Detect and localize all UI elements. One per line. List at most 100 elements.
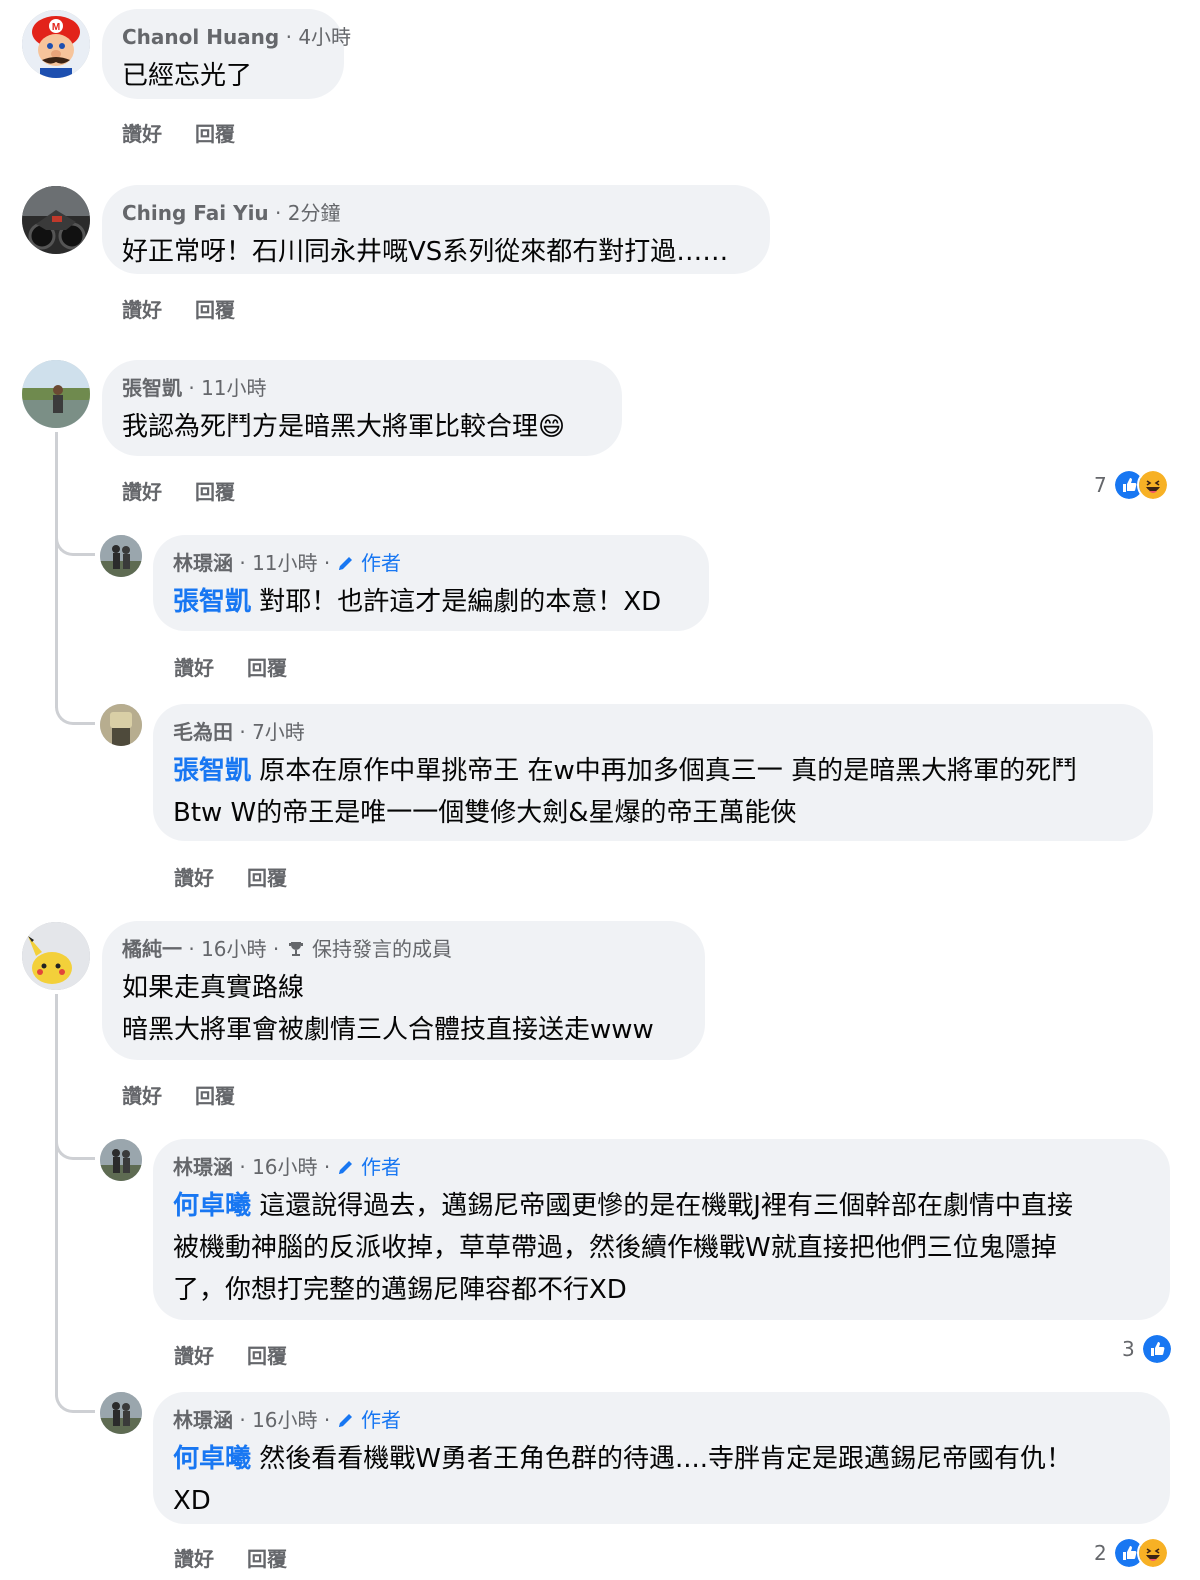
reply-button[interactable]: 回覆	[195, 1084, 235, 1108]
comment-actions: 讚好 回覆	[122, 118, 261, 147]
comment-text: 已經忘光了	[122, 61, 253, 91]
reaction-summary[interactable]: 3	[1122, 1333, 1173, 1365]
mention-link[interactable]: 何卓曦	[173, 1191, 251, 1221]
comment-text: 如果走真實路線 暗黑大將軍會被劇情三人合體技直接送走www	[122, 973, 654, 1045]
thread-connector	[55, 536, 95, 556]
couple-avatar-icon	[100, 535, 142, 577]
comment-actions: 讚好 回覆	[174, 862, 313, 891]
comment-text: 原本在原作中單挑帝王 在w中再加多個真三一 真的是暗黑大將軍的死鬥 Btw W的…	[173, 756, 1078, 828]
avatar[interactable]	[100, 1139, 142, 1181]
like-button[interactable]: 讚好	[122, 298, 162, 322]
reply-button[interactable]: 回覆	[195, 298, 235, 322]
figure-avatar-icon	[100, 704, 142, 746]
comment-actions: 讚好 回覆	[174, 1340, 313, 1369]
thread-line	[55, 1160, 58, 1396]
thread-line	[55, 556, 58, 708]
reaction-count: 7	[1094, 473, 1107, 497]
comment-text: 這還說得過去，邁錫尼帝國更慘的是在機戰J裡有三個幹部在劇情中直接 被機動神腦的反…	[173, 1191, 1073, 1305]
reply-bubble: 林璟涵 · 16小時 · 作者 何卓曦 這還說得過去，邁錫尼帝國更慘的是在機戰J…	[153, 1139, 1170, 1320]
pencil-icon	[338, 557, 352, 570]
reply-button[interactable]: 回覆	[247, 866, 287, 890]
like-button[interactable]: 讚好	[122, 1084, 162, 1108]
svg-text:M: M	[52, 22, 60, 33]
thread-connector	[55, 1393, 95, 1413]
couple-avatar-icon	[100, 1139, 142, 1181]
mention-link[interactable]: 何卓曦	[173, 1444, 251, 1474]
reply-bubble: 毛為田 · 7小時 張智凱 原本在原作中單挑帝王 在w中再加多個真三一 真的是暗…	[153, 704, 1153, 841]
thread-connector	[55, 705, 95, 725]
comment-time[interactable]: 7小時	[252, 720, 305, 744]
reply-bubble: 林璟涵 · 16小時 · 作者 何卓曦 然後看看機戰W勇者王角色群的待遇....…	[153, 1392, 1170, 1524]
commenter-name[interactable]: Chanol Huang	[122, 25, 279, 49]
avatar[interactable]	[100, 1392, 142, 1434]
landscape-person-avatar-icon	[22, 360, 90, 428]
motorcycle-avatar-icon	[22, 186, 90, 254]
commenter-name[interactable]: Ching Fai Yiu	[122, 201, 269, 225]
like-button[interactable]: 讚好	[174, 866, 214, 890]
pencil-icon	[338, 1414, 352, 1427]
comment-time[interactable]: 2分鐘	[288, 201, 341, 225]
comment-time[interactable]: 4小時	[298, 25, 351, 49]
comment-time[interactable]: 16小時	[201, 937, 266, 961]
comment-actions: 讚好 回覆	[122, 294, 261, 323]
member-badge: 保持發言的成員	[311, 937, 452, 961]
comment-bubble: Chanol Huang · 4小時 已經忘光了	[102, 9, 351, 99]
reaction-count: 3	[1122, 1337, 1135, 1361]
reply-button[interactable]: 回覆	[247, 656, 287, 680]
reply-button[interactable]: 回覆	[195, 122, 235, 146]
comment-time[interactable]: 11小時	[252, 551, 317, 575]
avatar[interactable]	[22, 360, 90, 428]
reply-bubble: 林璟涵 · 11小時 · 作者 張智凱 對耶！也許這才是編劇的本意！XD	[153, 535, 709, 631]
mention-link[interactable]: 張智凱	[173, 587, 251, 617]
comment-text: 好正常呀！石川同永井嘅VS系列從來都冇對打過……	[122, 237, 729, 267]
comment-time[interactable]: 16小時	[252, 1408, 317, 1432]
comment-time[interactable]: 16小時	[252, 1155, 317, 1179]
pencil-icon	[338, 1161, 352, 1174]
avatar[interactable]: M	[22, 10, 90, 78]
avatar[interactable]	[22, 922, 90, 990]
thread-connector	[55, 1140, 95, 1160]
avatar[interactable]	[22, 186, 90, 254]
like-button[interactable]: 讚好	[174, 1547, 214, 1571]
comment-bubble: 張智凱 · 11小時 我認為死鬥方是暗黑大將軍比較合理😄	[102, 360, 622, 456]
comment-bubble: Ching Fai Yiu · 2分鐘 好正常呀！石川同永井嘅VS系列從來都冇對…	[102, 185, 770, 274]
commenter-name[interactable]: 張智凱	[122, 376, 182, 400]
commenter-name[interactable]: 橘純一	[122, 937, 182, 961]
comment-actions: 讚好 回覆	[174, 1543, 313, 1572]
reply-button[interactable]: 回覆	[247, 1344, 287, 1368]
reaction-count: 2	[1094, 1541, 1107, 1565]
author-badge: 作者	[360, 1408, 401, 1432]
pikachu-avatar-icon	[22, 922, 90, 990]
haha-reaction-icon	[1136, 469, 1169, 501]
like-button[interactable]: 讚好	[174, 1344, 214, 1368]
author-badge: 作者	[360, 551, 401, 575]
reaction-summary[interactable]: 7	[1094, 469, 1169, 501]
thread-line	[55, 994, 58, 1160]
trophy-icon	[288, 942, 303, 956]
like-button[interactable]: 讚好	[174, 656, 214, 680]
avatar[interactable]	[100, 704, 142, 746]
like-button[interactable]: 讚好	[122, 122, 162, 146]
commenter-name[interactable]: 林璟涵	[173, 1408, 233, 1432]
commenter-name[interactable]: 林璟涵	[173, 1155, 233, 1179]
comment-text: 我認為死鬥方是暗黑大將軍比較合理😄	[122, 412, 566, 442]
mario-avatar-icon: M	[22, 10, 90, 78]
reaction-summary[interactable]: 2	[1094, 1537, 1169, 1569]
mention-link[interactable]: 張智凱	[173, 756, 251, 786]
comment-bubble: 橘純一 · 16小時 · 保持發言的成員 如果走真實路線 暗黑大將軍會被劇情三人…	[102, 921, 705, 1060]
comment-actions: 讚好 回覆	[122, 476, 261, 505]
avatar[interactable]	[100, 535, 142, 577]
commenter-name[interactable]: 毛為田	[173, 720, 233, 744]
like-reaction-icon	[1140, 1333, 1173, 1365]
comment-text: 然後看看機戰W勇者王角色群的待遇....寺胖肯定是跟邁錫尼帝國有仇！ XD	[173, 1444, 1073, 1516]
haha-reaction-icon	[1136, 1537, 1169, 1569]
comment-time[interactable]: 11小時	[201, 376, 266, 400]
reply-button[interactable]: 回覆	[195, 480, 235, 504]
commenter-name[interactable]: 林璟涵	[173, 551, 233, 575]
like-button[interactable]: 讚好	[122, 480, 162, 504]
reply-button[interactable]: 回覆	[247, 1547, 287, 1571]
comment-actions: 讚好 回覆	[174, 652, 313, 681]
couple-avatar-icon	[100, 1392, 142, 1434]
author-badge: 作者	[360, 1155, 401, 1179]
comment-actions: 讚好 回覆	[122, 1080, 261, 1109]
